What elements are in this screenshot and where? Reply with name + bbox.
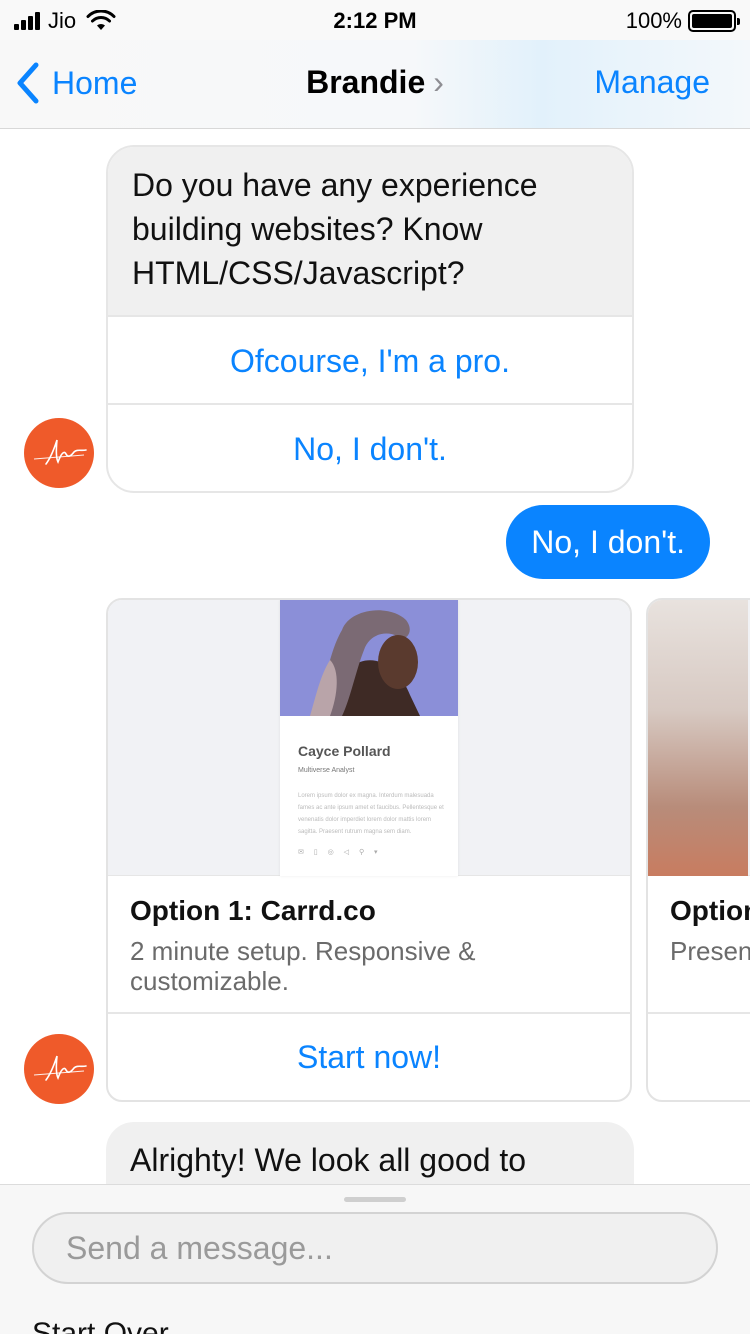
drag-handle[interactable] [344, 1197, 406, 1202]
preview-role: Multiverse Analyst [298, 767, 355, 774]
chat-thread[interactable]: Do you have any experience building webs… [0, 130, 750, 1184]
bot-message-bubble: Alrighty! We look all good to [106, 1122, 634, 1184]
site-preview: Cayce Pollard Multiverse Analyst Lorem i… [280, 600, 458, 876]
start-over-button[interactable]: Start Over [32, 1317, 169, 1334]
card-body: Option Presen [648, 876, 750, 1014]
carousel-card: Option Presen A [646, 598, 750, 1102]
battery-icon [688, 10, 740, 32]
generic-template-carousel[interactable]: Cayce Pollard Multiverse Analyst Lorem i… [106, 598, 750, 1102]
card-body: Option 1: Carrd.co 2 minute setup. Respo… [108, 876, 630, 1014]
nav-bar: Home Brandie › Manage [0, 40, 750, 129]
signature-logo-icon [33, 439, 87, 465]
portrait-photo [280, 600, 458, 716]
message-input[interactable] [32, 1212, 718, 1284]
status-right: 100% [625, 8, 740, 34]
card-image [648, 600, 750, 876]
card-subtitle: Presen [670, 936, 750, 966]
bot-avatar[interactable] [24, 418, 94, 488]
preview-body: Lorem ipsum dolor ex magna. Interdum mal… [298, 793, 444, 835]
card-button[interactable]: Start now! [108, 1014, 630, 1100]
quick-reply-option[interactable]: Ofcourse, I'm a pro. [108, 315, 632, 403]
card-image: Cayce Pollard Multiverse Analyst Lorem i… [108, 600, 630, 876]
signature-logo-icon [33, 1055, 87, 1081]
title-text: Brandie [306, 64, 426, 100]
card-button[interactable]: A [648, 1014, 750, 1100]
battery-percent: 100% [625, 8, 682, 33]
bot-avatar[interactable] [24, 1034, 94, 1104]
manage-button[interactable]: Manage [594, 64, 710, 101]
bot-message-text: Do you have any experience building webs… [108, 147, 632, 315]
quick-reply-option[interactable]: No, I don't. [108, 403, 632, 491]
card-photo [648, 600, 748, 876]
card-title: Option 1: Carrd.co [130, 895, 376, 926]
card-title: Option [670, 895, 750, 926]
card-subtitle: 2 minute setup. Responsive & customizabl… [130, 936, 476, 996]
composer: Start Over [0, 1184, 750, 1334]
battery-fill [692, 14, 732, 28]
carousel-card: Cayce Pollard Multiverse Analyst Lorem i… [106, 598, 632, 1102]
chevron-right-icon: › [433, 64, 444, 100]
bot-question-card: Do you have any experience building webs… [106, 145, 634, 493]
preview-name: Cayce Pollard [298, 743, 391, 759]
preview-social-icons: ✉ ▯ ◎ ◁ ⚲ ▾ [298, 849, 382, 856]
status-bar: Jio 2:12 PM 100% [0, 0, 750, 40]
user-message-bubble: No, I don't. [506, 505, 710, 579]
